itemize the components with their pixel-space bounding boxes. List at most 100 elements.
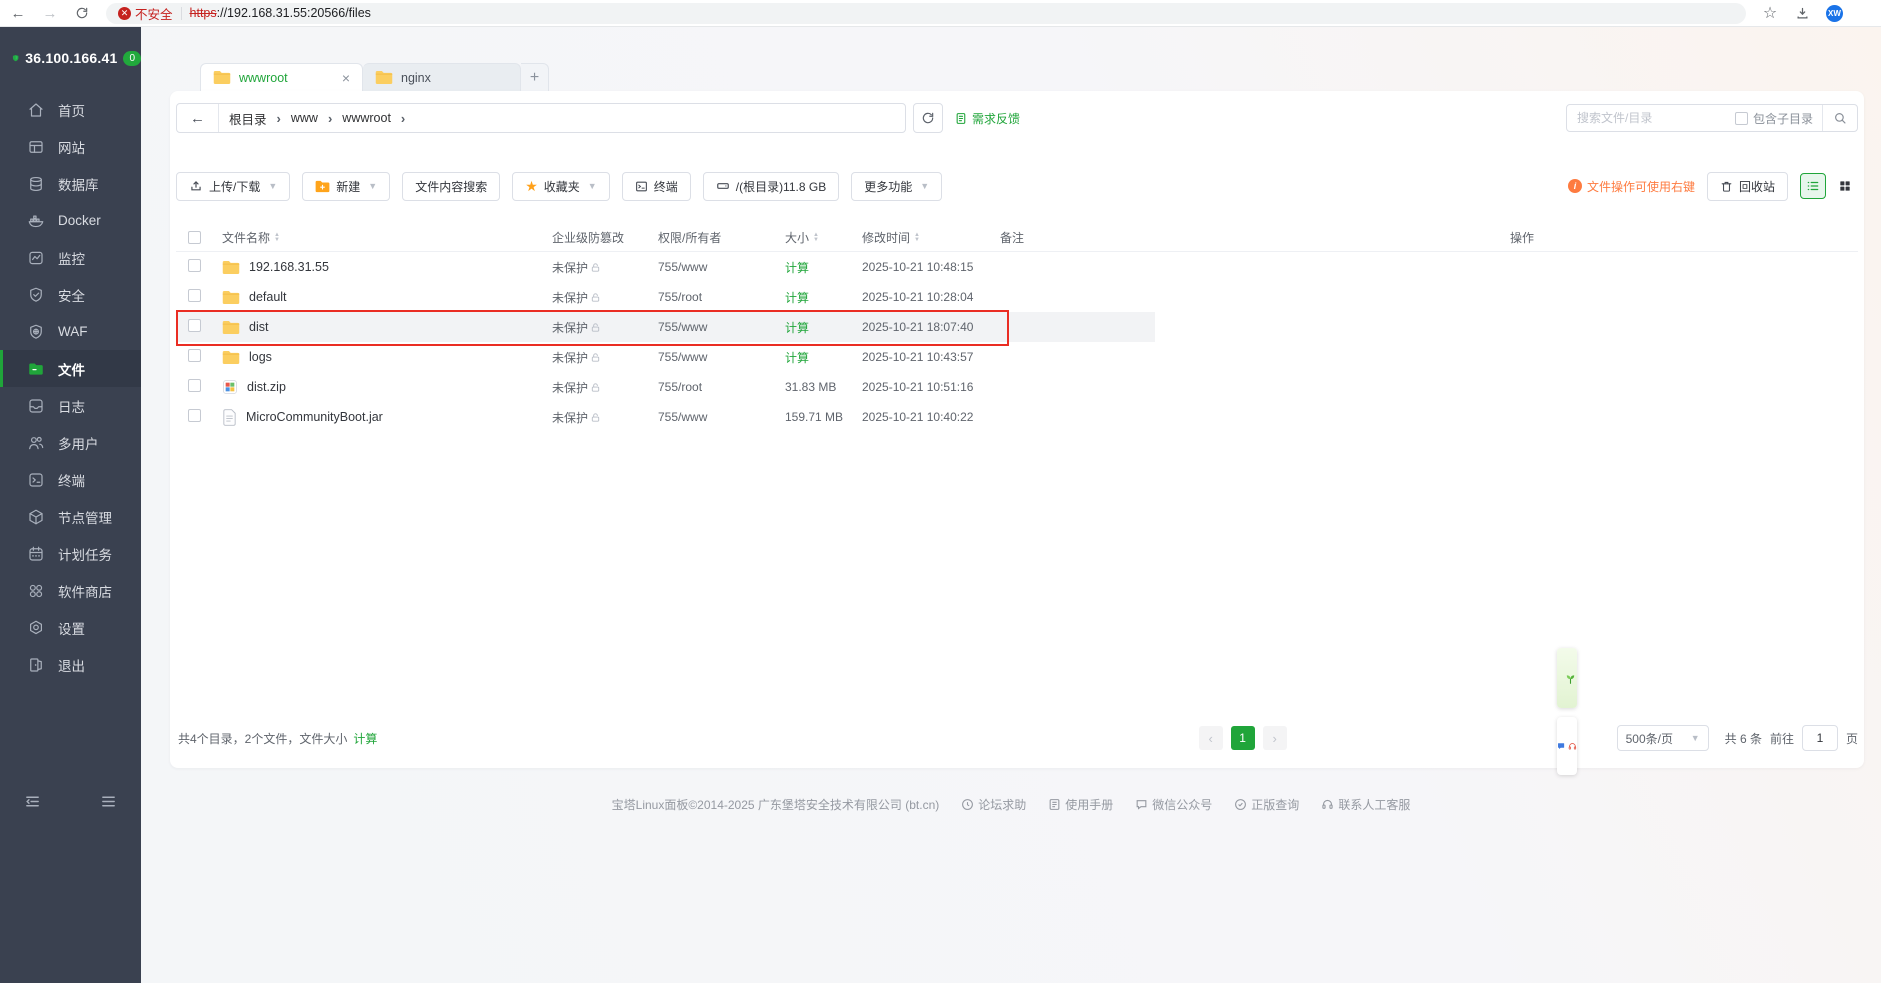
- tamper-protect-status[interactable]: 未保护: [552, 289, 658, 306]
- footer-link-联系人工客服[interactable]: 联系人工客服: [1321, 796, 1410, 813]
- sidebar-item-节点管理[interactable]: 节点管理: [0, 498, 141, 535]
- tab-nginx[interactable]: nginx: [363, 63, 521, 92]
- table-row[interactable]: logs未保护755/www计算2025-10-21 10:43:57: [176, 342, 1858, 372]
- file-name-link[interactable]: default: [222, 290, 552, 305]
- row-checkbox[interactable]: [176, 259, 222, 275]
- column-header-大小[interactable]: 大小▲▼: [785, 229, 862, 246]
- table-row[interactable]: default未保护755/root计算2025-10-21 10:28:04: [176, 282, 1858, 312]
- sidebar-item-退出[interactable]: 退出: [0, 646, 141, 683]
- row-checkbox[interactable]: [176, 319, 222, 335]
- page-size-select[interactable]: 500条/页 ▼: [1617, 725, 1709, 751]
- footer-link-论坛求助[interactable]: 论坛求助: [961, 796, 1026, 813]
- message-count-badge[interactable]: 0: [123, 51, 141, 66]
- column-header-修改时间[interactable]: 修改时间▲▼: [862, 229, 1000, 246]
- table-row[interactable]: 192.168.31.55未保护755/www计算2025-10-21 10:4…: [176, 252, 1858, 282]
- sidebar-item-设置[interactable]: 设置: [0, 609, 141, 646]
- grid-view-button[interactable]: [1832, 173, 1858, 199]
- sidebar-item-终端[interactable]: 终端: [0, 461, 141, 498]
- upload-download-button[interactable]: 上传/下载▼: [176, 172, 290, 201]
- row-checkbox[interactable]: [176, 409, 222, 425]
- row-checkbox[interactable]: [176, 379, 222, 395]
- sort-icon[interactable]: ▲▼: [813, 233, 819, 242]
- favorites-button[interactable]: ★ 收藏夹▼: [512, 172, 610, 201]
- breadcrumb-item[interactable]: 根目录: [219, 109, 277, 128]
- new-button[interactable]: 新建▼: [302, 172, 390, 201]
- sidebar-item-日志[interactable]: 日志: [0, 387, 141, 424]
- row-checkbox[interactable]: [176, 349, 222, 365]
- table-row[interactable]: dist.zip未保护755/root31.83 MB2025-10-21 10…: [176, 372, 1858, 402]
- goto-page-input[interactable]: [1802, 725, 1838, 751]
- file-name-link[interactable]: 192.168.31.55: [222, 260, 552, 275]
- feedback-link[interactable]: 需求反馈: [955, 110, 1020, 127]
- path-bar[interactable]: ← 根目录›www›wwwroot›: [176, 103, 906, 133]
- sort-icon[interactable]: ▲▼: [914, 233, 920, 242]
- terminal-button[interactable]: 终端: [622, 172, 691, 201]
- path-back-icon[interactable]: ←: [177, 104, 219, 132]
- promo-service-tab[interactable]: [1557, 717, 1577, 775]
- select-all-checkbox[interactable]: [176, 231, 222, 244]
- file-size[interactable]: 计算: [785, 319, 862, 336]
- sidebar-item-计划任务[interactable]: 计划任务: [0, 535, 141, 572]
- menu-list-icon[interactable]: [100, 793, 117, 810]
- sidebar-item-软件商店[interactable]: 软件商店: [0, 572, 141, 609]
- search-submit-button[interactable]: [1822, 105, 1857, 131]
- tamper-protect-status[interactable]: 未保护: [552, 379, 658, 396]
- table-row[interactable]: dist未保护755/www计算2025-10-21 18:07:40: [176, 312, 1858, 342]
- sort-icon[interactable]: ▲▼: [274, 233, 280, 242]
- footer-link-使用手册[interactable]: 使用手册: [1048, 796, 1113, 813]
- current-page-button[interactable]: 1: [1231, 726, 1255, 750]
- promo-activity-tab[interactable]: [1557, 648, 1577, 708]
- file-name-link[interactable]: dist: [222, 320, 552, 335]
- tamper-protect-status[interactable]: 未保护: [552, 319, 658, 336]
- tamper-protect-status[interactable]: 未保护: [552, 259, 658, 276]
- tab-wwwroot[interactable]: wwwroot×: [200, 63, 363, 92]
- sidebar-item-Docker[interactable]: Docker: [0, 202, 141, 239]
- sidebar-item-监控[interactable]: 监控: [0, 239, 141, 276]
- bookmark-star-icon[interactable]: ☆: [1762, 5, 1778, 21]
- downloads-icon[interactable]: [1794, 5, 1810, 21]
- sidebar-item-WAF[interactable]: WAF: [0, 313, 141, 350]
- collapse-sidebar-icon[interactable]: [24, 793, 41, 810]
- footer-link-微信公众号[interactable]: 微信公众号: [1135, 796, 1212, 813]
- content-search-button[interactable]: 文件内容搜索: [402, 172, 500, 201]
- file-size[interactable]: 计算: [785, 259, 862, 276]
- summary-calc-link[interactable]: 计算: [353, 730, 377, 747]
- more-functions-button[interactable]: 更多功能▼: [851, 172, 942, 201]
- file-size[interactable]: 计算: [785, 289, 862, 306]
- new-tab-button[interactable]: +: [521, 63, 549, 92]
- address-bar[interactable]: ✕ 不安全 https://192.168.31.55:20566/files: [106, 3, 1746, 24]
- tamper-protect-status[interactable]: 未保护: [552, 349, 658, 366]
- sidebar-item-文件[interactable]: 文件: [0, 350, 141, 387]
- footer-link-正版查询[interactable]: 正版查询: [1234, 796, 1299, 813]
- sidebar-item-多用户[interactable]: 多用户: [0, 424, 141, 461]
- row-checkbox[interactable]: [176, 289, 222, 305]
- checkbox-icon[interactable]: [1735, 112, 1748, 125]
- sidebar-item-数据库[interactable]: 数据库: [0, 165, 141, 202]
- prev-page-button[interactable]: ‹: [1199, 726, 1223, 750]
- file-name-link[interactable]: MicroCommunityBoot.jar: [222, 409, 552, 426]
- file-size[interactable]: 计算: [785, 349, 862, 366]
- recycle-bin-button[interactable]: 回收站: [1707, 172, 1788, 201]
- list-view-button[interactable]: [1800, 173, 1826, 199]
- search-input[interactable]: [1567, 111, 1735, 125]
- breadcrumb-item[interactable]: www: [281, 111, 328, 125]
- include-subdir-checkbox[interactable]: 包含子目录: [1735, 110, 1822, 127]
- sidebar-item-首页[interactable]: 首页: [0, 91, 141, 128]
- path-refresh-icon[interactable]: [913, 103, 943, 133]
- file-name-link[interactable]: dist.zip: [222, 379, 552, 395]
- column-header-文件名称[interactable]: 文件名称▲▼: [222, 229, 552, 246]
- close-icon[interactable]: ×: [342, 70, 350, 86]
- breadcrumb-item[interactable]: wwwroot: [332, 111, 401, 125]
- table-row[interactable]: MicroCommunityBoot.jar未保护755/www159.71 M…: [176, 402, 1858, 432]
- browser-forward-icon[interactable]: →: [42, 5, 58, 21]
- tamper-protect-status[interactable]: 未保护: [552, 409, 658, 426]
- sidebar-item-网站[interactable]: 网站: [0, 128, 141, 165]
- sidebar-item-安全[interactable]: 安全: [0, 276, 141, 313]
- next-page-button[interactable]: ›: [1263, 726, 1287, 750]
- file-name-link[interactable]: logs: [222, 350, 552, 365]
- browser-avatar[interactable]: XW: [1826, 5, 1843, 22]
- browser-refresh-icon[interactable]: [74, 5, 90, 21]
- disk-button[interactable]: /(根目录)11.8 GB: [703, 172, 839, 201]
- security-badge[interactable]: ✕ 不安全: [118, 4, 173, 23]
- browser-back-icon[interactable]: ←: [10, 5, 26, 21]
